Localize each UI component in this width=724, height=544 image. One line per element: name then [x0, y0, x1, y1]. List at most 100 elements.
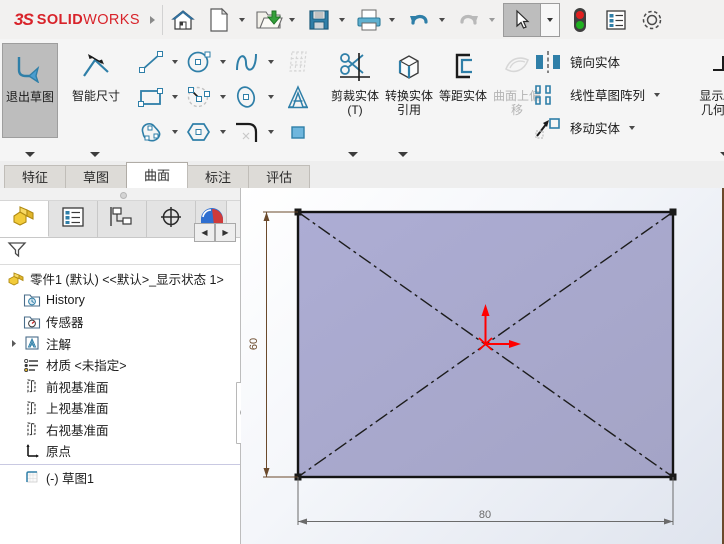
- configuration-manager-tab[interactable]: [98, 201, 147, 237]
- surface-sketch-button[interactable]: [278, 45, 318, 78]
- tree-filter-bar[interactable]: [0, 238, 240, 265]
- save-dropdown-icon[interactable]: [339, 18, 345, 22]
- tree-item-right-plane[interactable]: 右视基准面: [0, 419, 240, 441]
- tab-features[interactable]: 特征: [4, 165, 66, 188]
- new-document-dropdown-icon[interactable]: [239, 18, 245, 22]
- tree-item-origin[interactable]: 原点: [0, 440, 240, 462]
- exit-sketch-button[interactable]: 退出草图: [2, 43, 58, 138]
- offset-entities-label: 等距实体: [436, 89, 490, 103]
- trim-entities-button[interactable]: 剪裁实体(T): [328, 43, 382, 138]
- plane-button[interactable]: [278, 115, 318, 148]
- dimxpert-manager-tab[interactable]: [147, 201, 196, 237]
- line-dropdown-icon[interactable]: [172, 60, 178, 64]
- undo-button[interactable]: [401, 0, 451, 39]
- tree-item-label: History: [46, 293, 85, 307]
- tree-item-material[interactable]: 材质 <未指定>: [0, 354, 240, 376]
- display-delete-relations-button[interactable]: 显示/删除几何关系: [696, 43, 724, 138]
- spline-button[interactable]: [230, 45, 278, 78]
- property-manager-tab[interactable]: [49, 201, 98, 237]
- exit-group-expand-icon[interactable]: [25, 152, 35, 157]
- rectangle-button[interactable]: [134, 80, 182, 113]
- ellipse-button[interactable]: [230, 80, 278, 113]
- options-list-button[interactable]: [598, 0, 634, 39]
- select-button[interactable]: [501, 0, 562, 39]
- entity-group-expand-icon-2[interactable]: [398, 152, 408, 157]
- circle-dropdown-icon[interactable]: [220, 60, 226, 64]
- smart-dimension-button[interactable]: 智能尺寸: [68, 43, 124, 138]
- panel-top-splitter[interactable]: [0, 188, 240, 201]
- logo-menu-caret-icon[interactable]: [150, 16, 155, 24]
- linear-sketch-pattern-button[interactable]: 线性草图阵列: [528, 78, 686, 111]
- tree-item-sketch1[interactable]: (-) 草图1: [0, 467, 240, 489]
- sketch-canvas[interactable]: 60 80: [241, 188, 724, 544]
- arc-button[interactable]: [182, 80, 230, 113]
- relations-group-expand-icon[interactable]: [720, 152, 724, 157]
- panel-tab-next-button[interactable]: ▶: [215, 223, 236, 242]
- tree-item-top-plane[interactable]: 上视基准面: [0, 397, 240, 419]
- feature-manager-icon: [10, 203, 38, 234]
- tree-item-annotations[interactable]: 注解: [0, 333, 240, 355]
- ribbon-group-dimension: 智能尺寸: [66, 39, 126, 161]
- graphics-area[interactable]: 60 80: [241, 188, 724, 544]
- linear-pattern-dropdown-icon[interactable]: [654, 93, 660, 97]
- line-button[interactable]: [134, 45, 182, 78]
- mirror-entities-button[interactable]: 镜向实体: [528, 45, 686, 78]
- line-icon: [134, 46, 168, 78]
- trim-entities-label: 剪裁实体(T): [328, 89, 382, 117]
- rollback-bar[interactable]: [0, 464, 240, 465]
- panel-tab-prev-button[interactable]: ◀: [194, 223, 215, 242]
- options-button[interactable]: [634, 0, 670, 39]
- ribbon-group-entity-tools: 剪裁实体(T) 转换实体引用: [326, 39, 520, 161]
- save-button[interactable]: [301, 0, 351, 39]
- spline-shape-dropdown-icon[interactable]: [172, 130, 178, 134]
- dimension-group-expand-icon[interactable]: [90, 152, 100, 157]
- tree-item-front-plane[interactable]: 前视基准面: [0, 376, 240, 398]
- select-dropdown-icon[interactable]: [541, 3, 560, 37]
- undo-dropdown-icon[interactable]: [439, 18, 445, 22]
- print-dropdown-icon[interactable]: [389, 18, 395, 22]
- arc-dropdown-icon[interactable]: [220, 95, 226, 99]
- tab-markup[interactable]: 标注: [187, 165, 249, 188]
- ellipse-dropdown-icon[interactable]: [268, 95, 274, 99]
- text-button[interactable]: [278, 80, 318, 113]
- tab-evaluate[interactable]: 评估: [248, 165, 310, 188]
- print-button[interactable]: [351, 0, 401, 39]
- open-button[interactable]: [251, 0, 301, 39]
- surface-grid-icon: [278, 46, 318, 78]
- move-entities-button[interactable]: 移动实体: [528, 111, 686, 144]
- solidworks-logo[interactable]: 3S SOLID WORKS: [0, 0, 160, 39]
- configuration-manager-icon: [109, 205, 135, 234]
- rebuild-button[interactable]: [562, 0, 598, 39]
- home-button[interactable]: [165, 0, 201, 39]
- offset-entities-button[interactable]: 等距实体: [436, 43, 490, 138]
- tree-item-sensors[interactable]: 传感器: [0, 311, 240, 333]
- polygon-icon: [182, 116, 216, 148]
- rectangle-dropdown-icon[interactable]: [172, 95, 178, 99]
- width-dimension[interactable]: 80: [298, 477, 673, 525]
- redo-button[interactable]: [451, 0, 501, 39]
- fillet-dropdown-icon[interactable]: [268, 130, 274, 134]
- expand-chevron-icon[interactable]: [8, 339, 20, 348]
- redo-dropdown-icon[interactable]: [489, 18, 495, 22]
- height-dimension[interactable]: 60: [248, 212, 298, 477]
- polygon-dropdown-icon[interactable]: [220, 130, 226, 134]
- new-document-button[interactable]: [201, 0, 251, 39]
- move-entities-label: 移动实体: [570, 118, 620, 137]
- tree-root-item[interactable]: 零件1 (默认) <<默认>_显示状态 1>: [0, 268, 240, 290]
- gear-icon: [636, 4, 668, 36]
- tab-surfaces[interactable]: 曲面: [126, 162, 188, 188]
- spline-shape-button[interactable]: [134, 115, 182, 148]
- entity-group-expand-icon-1[interactable]: [348, 152, 358, 157]
- tab-sketch[interactable]: 草图: [65, 165, 127, 188]
- part-icon: [6, 270, 26, 288]
- polygon-button[interactable]: [182, 115, 230, 148]
- tree-item-history[interactable]: History: [0, 290, 240, 312]
- open-dropdown-icon[interactable]: [289, 18, 295, 22]
- spline-dropdown-icon[interactable]: [268, 60, 274, 64]
- circle-button[interactable]: [182, 45, 230, 78]
- fillet-button[interactable]: [230, 115, 278, 148]
- move-entities-dropdown-icon[interactable]: [629, 126, 635, 130]
- feature-manager-panel: ◀ ▶ 零件1 (默认) <<默认>_显示状态 1: [0, 188, 240, 544]
- feature-manager-tab[interactable]: [0, 201, 49, 237]
- convert-entities-button[interactable]: 转换实体引用: [382, 43, 436, 138]
